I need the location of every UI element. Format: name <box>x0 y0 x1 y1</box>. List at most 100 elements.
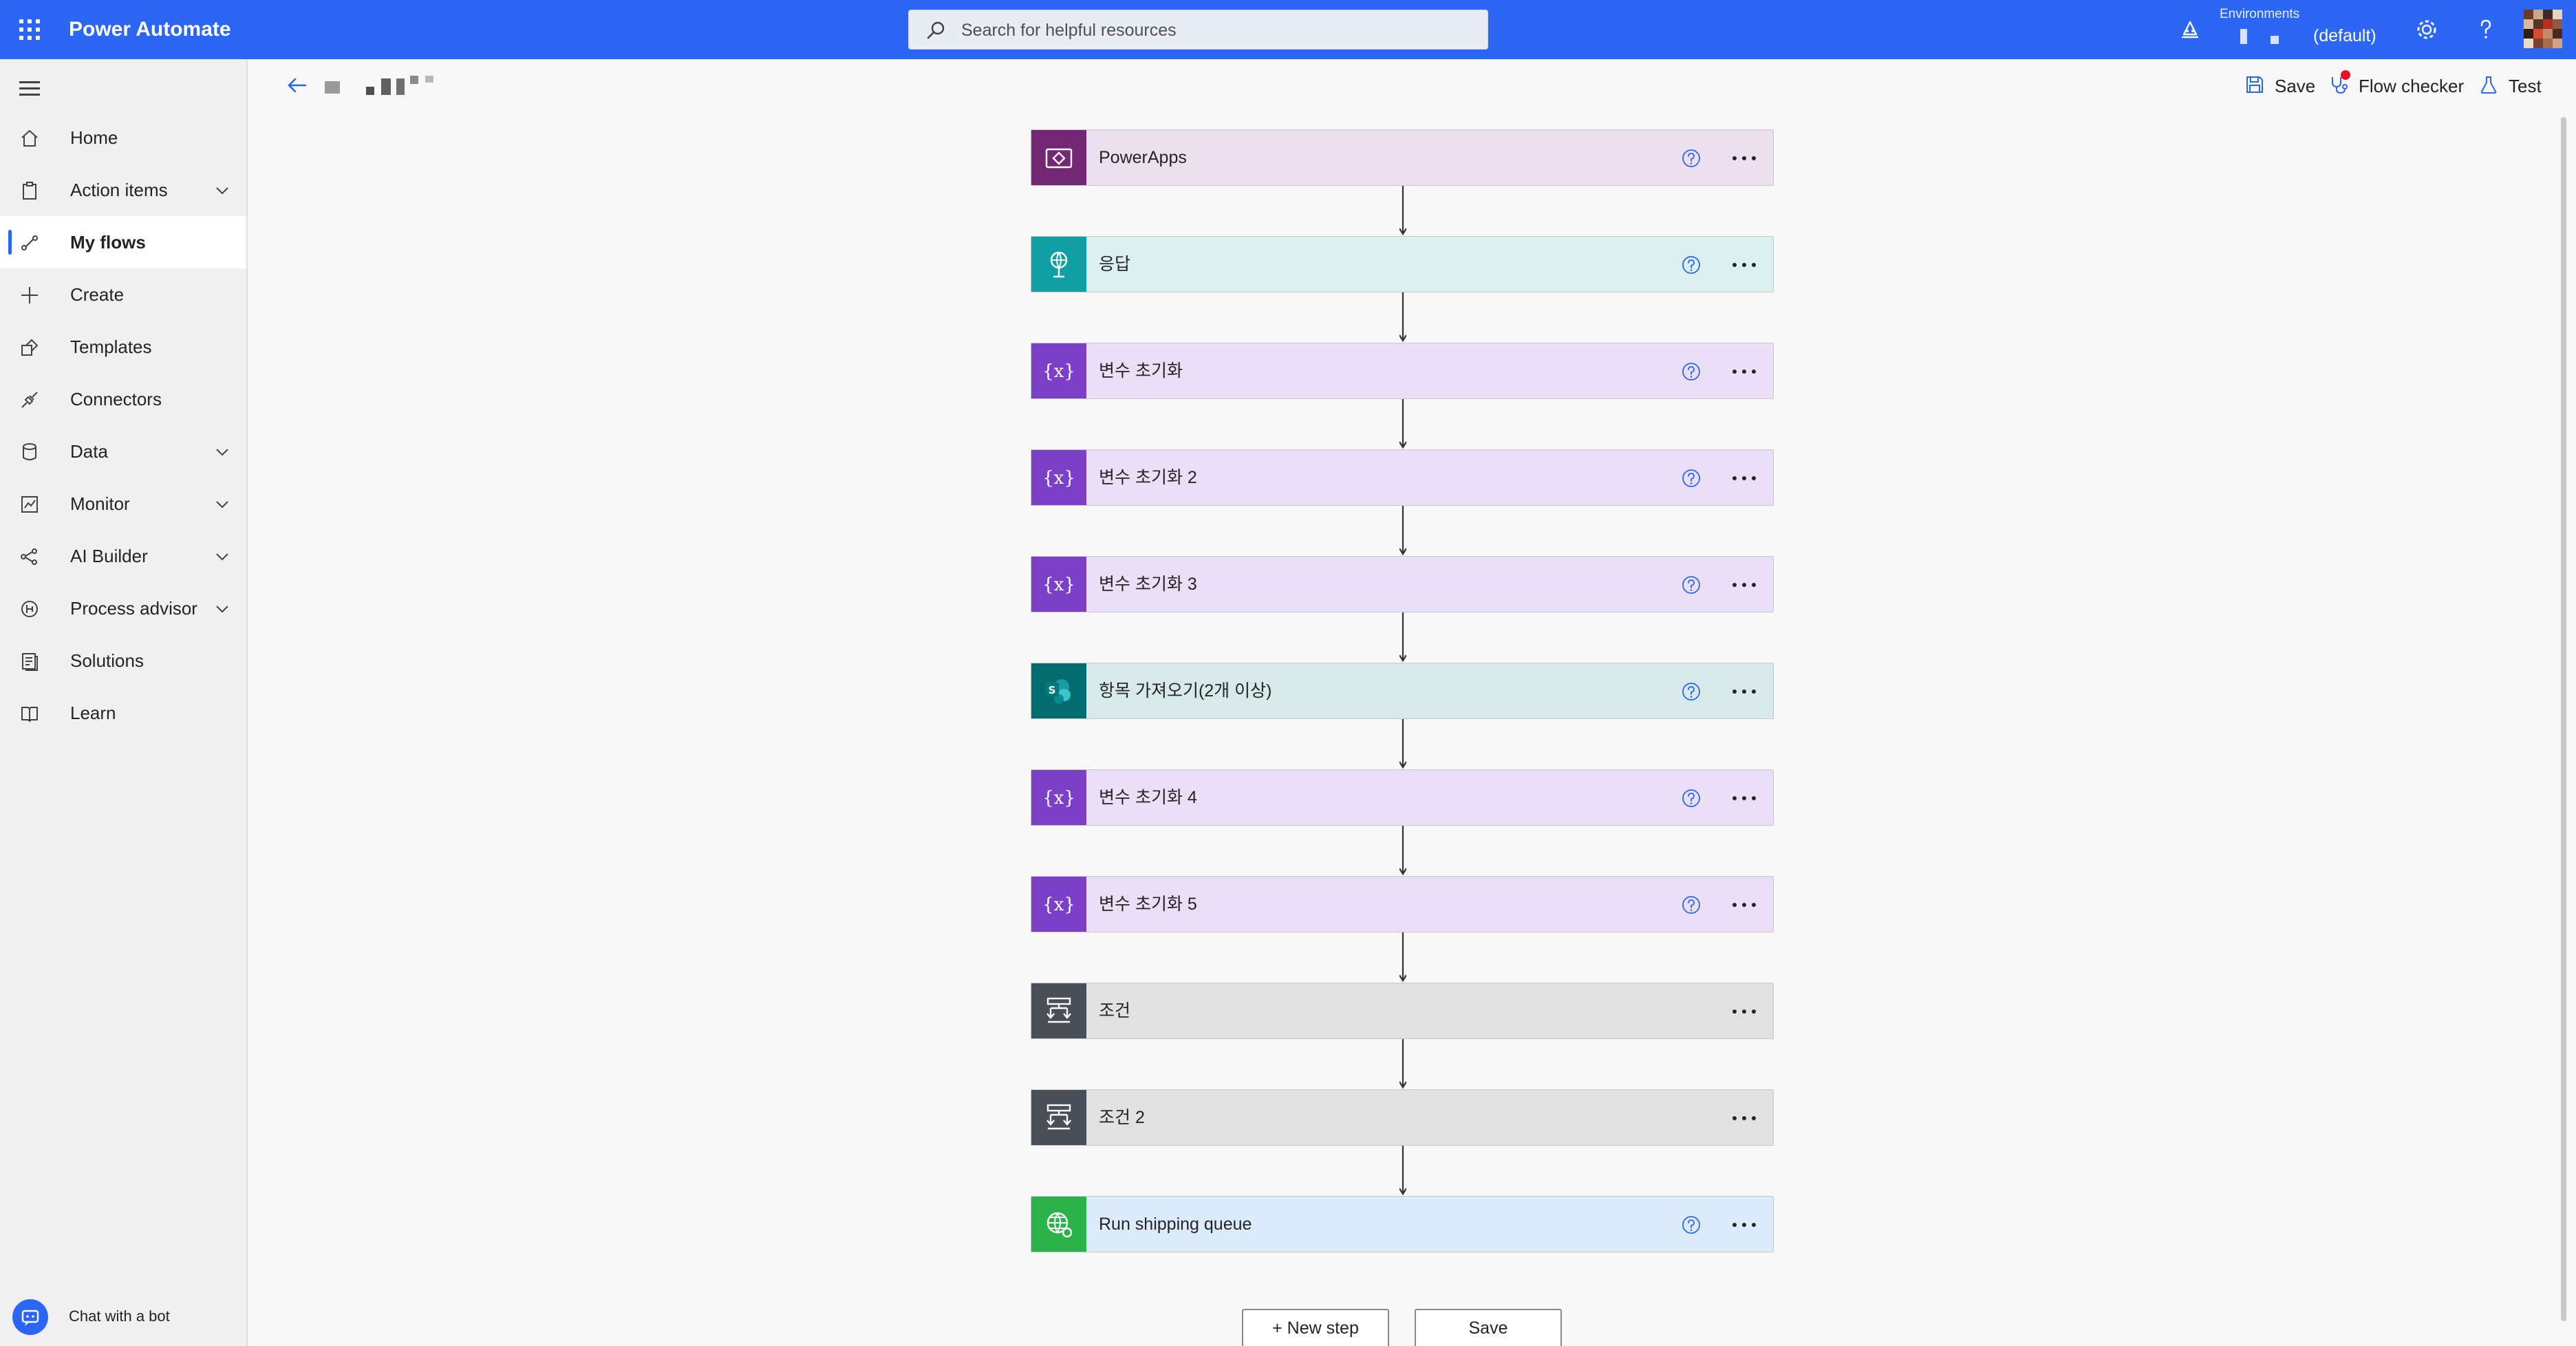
nav-label: Data <box>70 441 108 462</box>
more-options-icon[interactable] <box>1729 255 1759 275</box>
condition-icon <box>1046 997 1071 1023</box>
more-options-icon[interactable] <box>1729 1215 1759 1235</box>
app-launcher-icon[interactable] <box>19 19 40 40</box>
more-options-icon[interactable] <box>1729 895 1759 915</box>
nav-item-process-advisor[interactable]: Process advisor <box>0 582 246 634</box>
nav-item-action-items[interactable]: Action items <box>0 164 246 216</box>
help-circle-icon[interactable] <box>1681 1215 1702 1235</box>
help-circle-icon[interactable] <box>1681 895 1702 915</box>
step-connector-arrow <box>1399 399 1406 449</box>
http-globe-icon <box>1046 1212 1073 1238</box>
chevron-down-icon[interactable] <box>213 443 231 461</box>
chevron-down-icon[interactable] <box>213 182 231 200</box>
chat-with-bot-button[interactable]: Chat with a bot <box>10 1296 216 1338</box>
chevron-down-icon[interactable] <box>213 600 231 618</box>
nav-item-create[interactable]: Create <box>0 268 246 321</box>
help-circle-icon[interactable] <box>1681 788 1702 809</box>
more-options-icon[interactable] <box>1729 1108 1759 1129</box>
app-title[interactable]: Power Automate <box>69 17 231 43</box>
chat-bot-icon <box>12 1299 48 1335</box>
more-options-icon[interactable] <box>1729 148 1759 169</box>
new-step-button[interactable]: + New step <box>1242 1309 1389 1346</box>
more-options-icon[interactable] <box>1729 468 1759 489</box>
more-options-icon[interactable] <box>1729 788 1759 809</box>
flow-step-response[interactable]: 응답 <box>1031 236 1774 292</box>
search-box[interactable] <box>908 10 1488 50</box>
nav-item-connectors[interactable]: Connectors <box>0 373 246 425</box>
variable-icon: {x} <box>1044 788 1074 809</box>
step-connector-arrow <box>1399 719 1406 769</box>
chevron-down-icon[interactable] <box>213 548 231 566</box>
hamburger-menu-icon[interactable] <box>19 81 40 96</box>
chevron-down-icon[interactable] <box>213 495 231 513</box>
step-tile: {x} <box>1031 877 1086 932</box>
step-title: 변수 초기화 <box>1099 361 1183 381</box>
save-command-button[interactable]: Save <box>2244 70 2320 100</box>
scrollbar-thumb[interactable] <box>2561 117 2566 1321</box>
flow-step-condition[interactable]: 조건 2 <box>1031 1089 1774 1146</box>
flow-step-variable[interactable]: {x} 변수 초기화 3 <box>1031 556 1774 612</box>
environment-label[interactable]: Environments <box>2220 7 2299 22</box>
canvas-scrollbar[interactable] <box>2555 110 2576 1346</box>
flow-step-sharepoint[interactable]: S 항목 가져오기(2개 이상) <box>1031 663 1774 719</box>
nav-item-learn[interactable]: Learn <box>0 687 246 739</box>
gear-icon[interactable] <box>2414 17 2440 43</box>
solutions-icon <box>22 653 38 671</box>
nav-item-solutions[interactable]: Solutions <box>0 634 246 687</box>
step-tile: {x} <box>1031 450 1086 505</box>
nav-item-ai-builder[interactable]: AI Builder <box>0 530 246 582</box>
book-icon <box>21 707 38 722</box>
home-icon <box>21 130 38 147</box>
nav-item-templates[interactable]: Templates <box>0 321 246 373</box>
more-options-icon[interactable] <box>1729 575 1759 595</box>
help-circle-icon[interactable] <box>1681 361 1702 382</box>
ai-builder-icon <box>21 548 37 565</box>
search-input[interactable] <box>961 17 1470 43</box>
monitor-chart-icon <box>21 496 38 513</box>
avatar[interactable] <box>2524 10 2562 48</box>
flow-step-http[interactable]: Run shipping queue <box>1031 1196 1774 1252</box>
flow-step-variable[interactable]: {x} 변수 초기화 4 <box>1031 769 1774 826</box>
step-title: 응답 <box>1099 255 1131 274</box>
question-mark-icon[interactable] <box>2473 17 2499 43</box>
nav-label: AI Builder <box>70 546 148 566</box>
step-tile <box>1031 1090 1086 1145</box>
svg-text:{x}: {x} <box>1044 788 1074 809</box>
help-circle-icon[interactable] <box>1681 681 1702 702</box>
assistant-bot-icon[interactable] <box>2177 17 2203 43</box>
nav-item-monitor[interactable]: Monitor <box>0 478 246 530</box>
nav-label: My flows <box>70 232 146 253</box>
test-button[interactable]: Test <box>2478 70 2554 100</box>
help-circle-icon[interactable] <box>1681 575 1702 595</box>
environment-value[interactable]: (default) <box>2313 26 2376 46</box>
nav-item-my-flows[interactable]: My flows <box>0 216 246 268</box>
save-flow-button[interactable]: Save <box>1415 1309 1562 1346</box>
step-title: 변수 초기화 2 <box>1099 468 1197 487</box>
flow-step-variable[interactable]: {x} 변수 초기화 <box>1031 343 1774 399</box>
nav-label: Monitor <box>70 493 130 514</box>
nav-item-home[interactable]: Home <box>0 111 246 164</box>
more-options-icon[interactable] <box>1729 681 1759 702</box>
step-connector-arrow <box>1399 1039 1406 1089</box>
step-title: PowerApps <box>1099 148 1187 167</box>
flow-step-powerapps[interactable]: PowerApps <box>1031 129 1774 186</box>
flow-checker-button[interactable]: Flow checker <box>2328 70 2466 100</box>
flow-step-variable[interactable]: {x} 변수 초기화 2 <box>1031 449 1774 506</box>
process-advisor-icon <box>21 601 38 617</box>
back-arrow-icon[interactable] <box>285 73 310 98</box>
step-tile: {x} <box>1031 343 1086 398</box>
database-icon <box>23 443 36 460</box>
variable-icon: {x} <box>1044 895 1074 915</box>
condition-icon <box>1046 1104 1071 1130</box>
step-connector-arrow <box>1399 612 1406 663</box>
nav-item-data[interactable]: Data <box>0 425 246 478</box>
help-circle-icon[interactable] <box>1681 148 1702 169</box>
flow-step-condition[interactable]: 조건 <box>1031 983 1774 1039</box>
nav-label: Templates <box>70 336 152 357</box>
more-options-icon[interactable] <box>1729 361 1759 382</box>
help-circle-icon[interactable] <box>1681 468 1702 489</box>
more-options-icon[interactable] <box>1729 1001 1759 1022</box>
help-circle-icon[interactable] <box>1681 255 1702 275</box>
flow-step-variable[interactable]: {x} 변수 초기화 5 <box>1031 876 1774 932</box>
search-icon <box>927 21 945 39</box>
